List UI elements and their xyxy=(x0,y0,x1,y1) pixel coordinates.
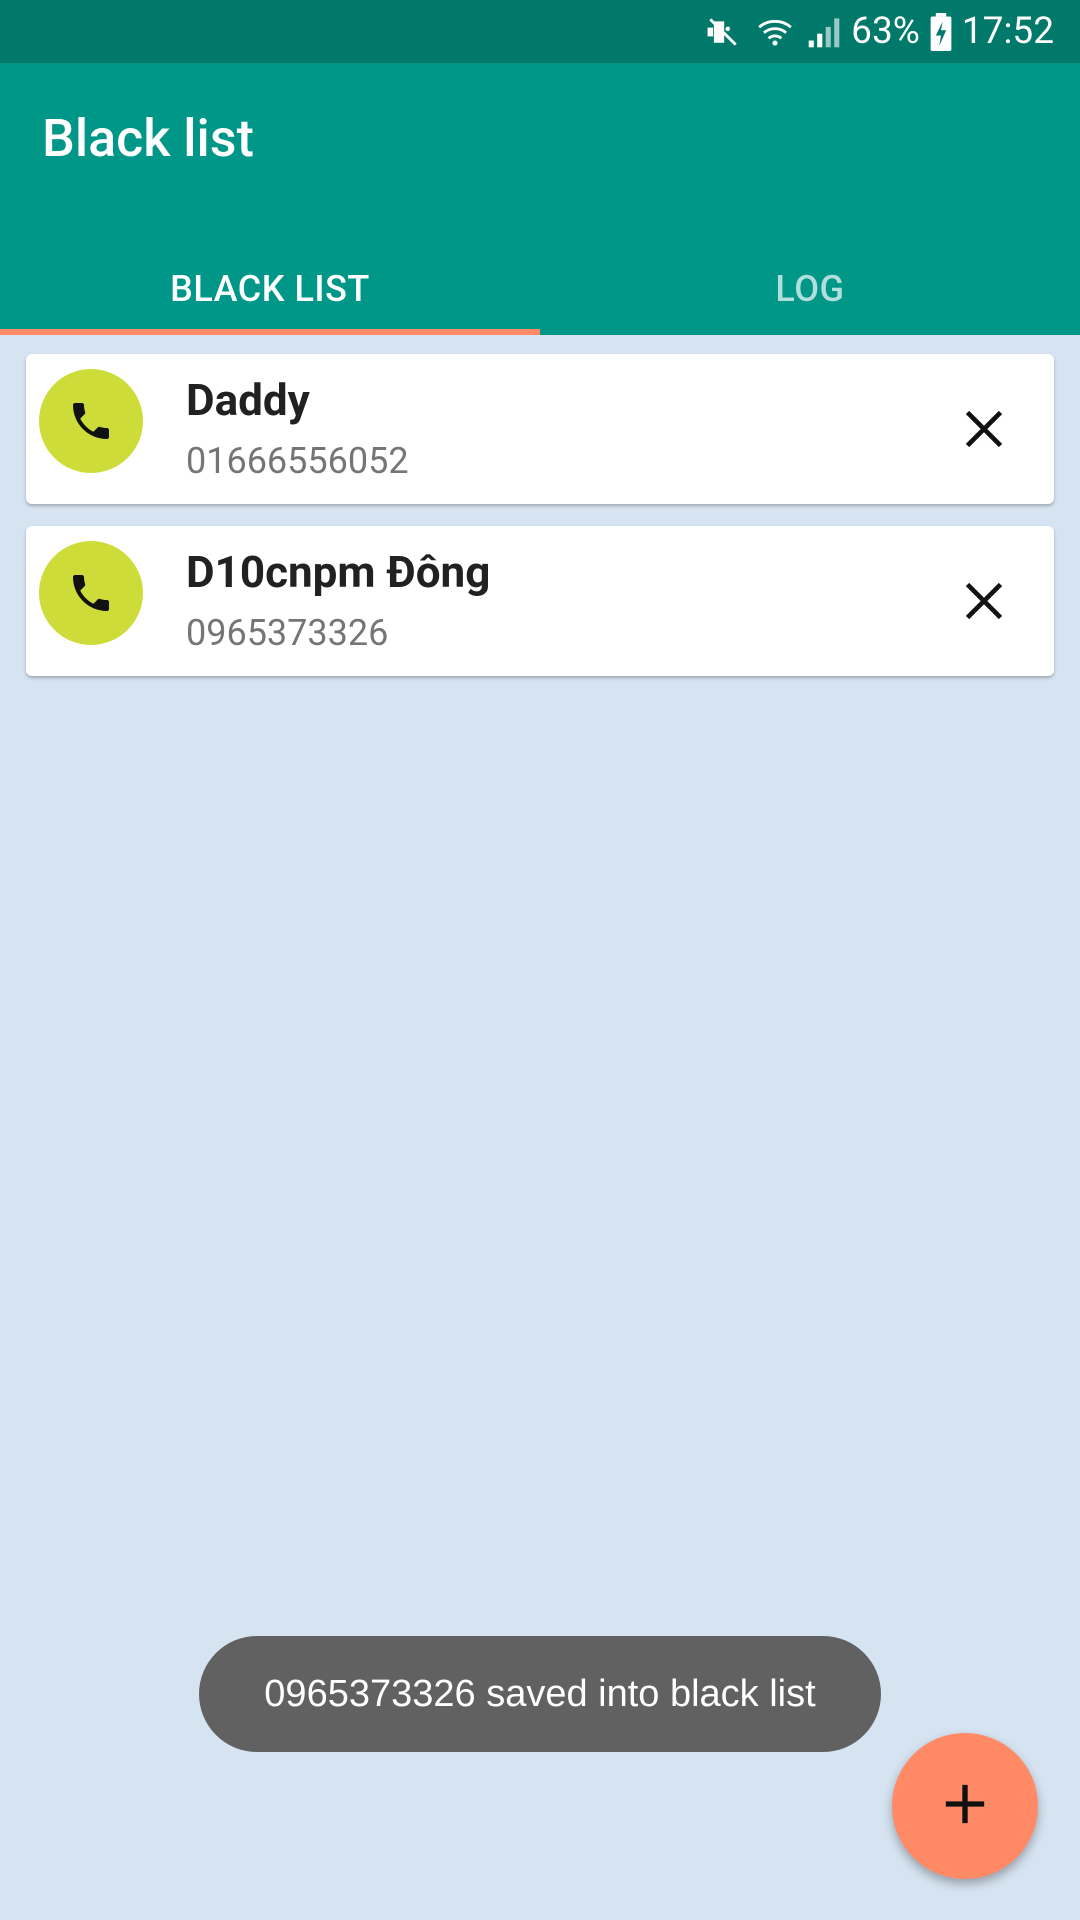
add-button[interactable] xyxy=(892,1733,1038,1879)
contact-name: D10cnpm Đông xyxy=(186,546,491,598)
signal-icon xyxy=(807,14,841,50)
tab-label: LOG xyxy=(775,268,845,310)
contact-name: Daddy xyxy=(186,374,310,426)
battery-charging-icon xyxy=(930,12,952,51)
phone-icon xyxy=(39,369,143,473)
list-item[interactable]: Daddy 01666556052 xyxy=(26,354,1054,504)
tab-bar: BLACK LIST LOG xyxy=(0,243,1080,335)
list-item[interactable]: D10cnpm Đông 0965373326 xyxy=(26,526,1054,676)
blacklist: Daddy 01666556052 D10cnpm Đông 096537332… xyxy=(26,354,1054,698)
tab-log[interactable]: LOG xyxy=(540,243,1080,335)
tab-black-list[interactable]: BLACK LIST xyxy=(0,243,540,335)
tab-label: BLACK LIST xyxy=(170,268,370,310)
toast-message: 0965373326 saved into black list xyxy=(199,1636,881,1752)
contact-number: 0965373326 xyxy=(186,612,389,654)
plus-icon xyxy=(942,1781,988,1831)
phone-icon xyxy=(39,541,143,645)
status-bar: 63% 17:52 xyxy=(0,0,1080,63)
wifi-icon xyxy=(753,13,797,51)
page-title: Black list xyxy=(42,108,254,169)
contact-number: 01666556052 xyxy=(186,440,409,482)
app-bar: Black list BLACK LIST LOG xyxy=(0,63,1080,335)
battery-percent: 63% xyxy=(851,10,920,53)
close-icon[interactable] xyxy=(954,399,1014,459)
close-icon[interactable] xyxy=(954,571,1014,631)
mute-vibrate-icon xyxy=(703,13,743,51)
clock: 17:52 xyxy=(961,10,1054,53)
tab-indicator xyxy=(0,329,540,335)
